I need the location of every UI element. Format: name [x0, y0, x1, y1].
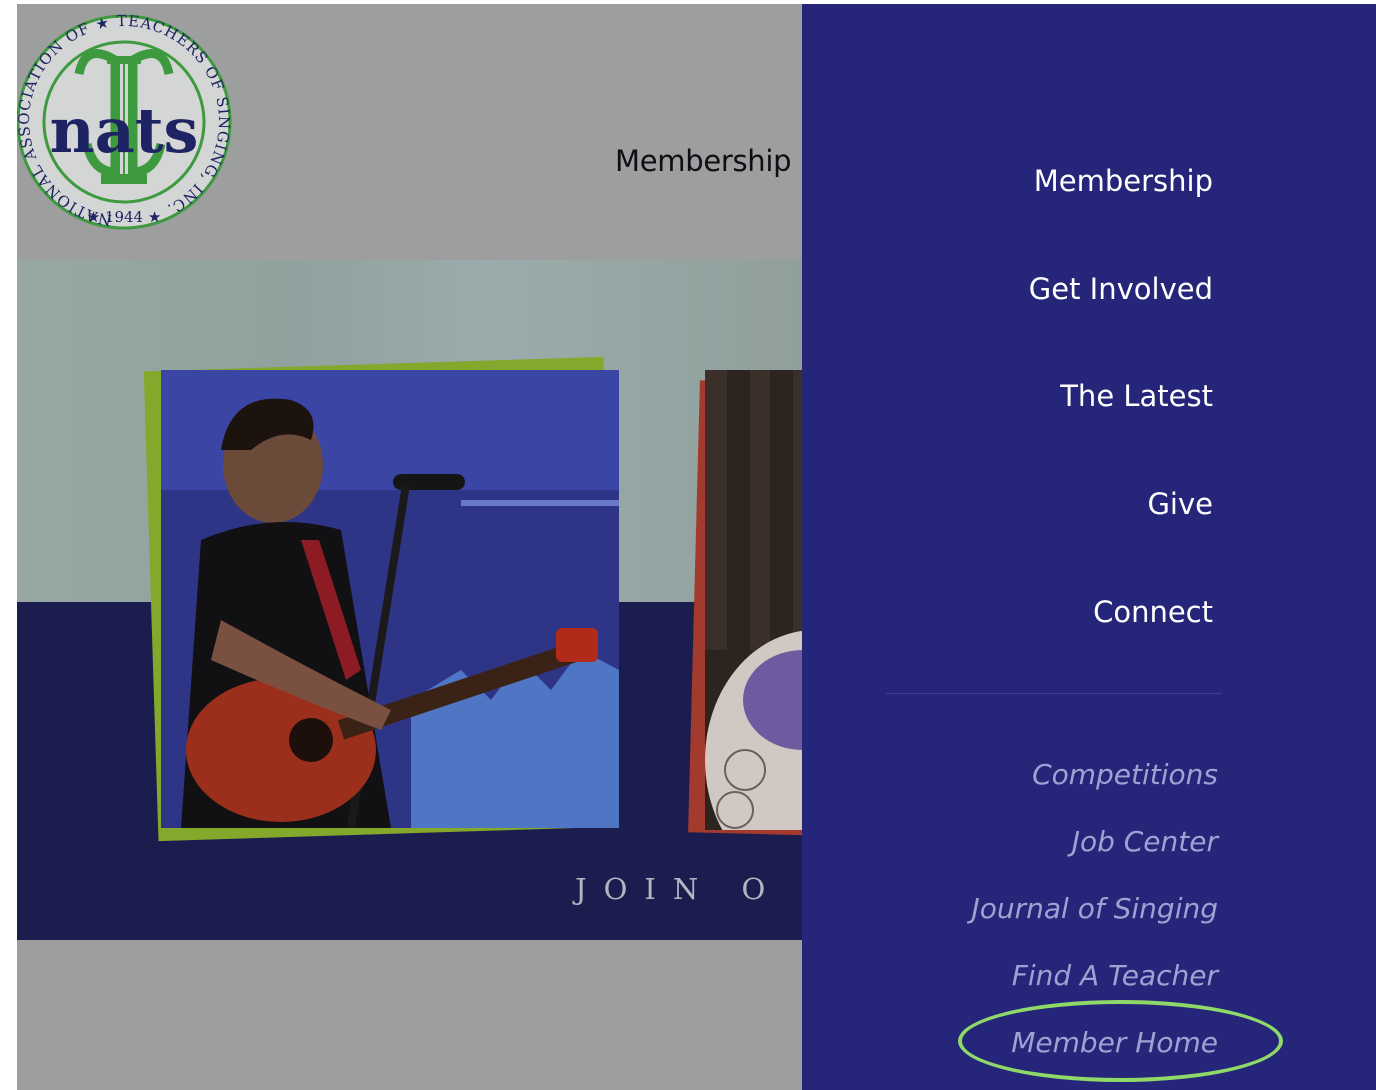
drawer-link-member-home[interactable]: Member Home: [1011, 1026, 1218, 1059]
logo-year: ★ 1944 ★: [87, 208, 162, 226]
hero-photo-second: [705, 370, 815, 830]
drawer-item-the-latest[interactable]: The Latest: [1060, 379, 1213, 413]
drawer-item-connect[interactable]: Connect: [1093, 595, 1213, 629]
drawer-item-give[interactable]: Give: [1147, 487, 1213, 521]
hero-photo-guitarist: [161, 370, 619, 828]
drawer-link-job-center[interactable]: Job Center: [1072, 825, 1218, 858]
nav-drawer: Membership Get Involved The Latest Give …: [802, 4, 1376, 1090]
logo-wordmark: nats: [50, 94, 199, 167]
drawer-link-find-a-teacher[interactable]: Find A Teacher: [1012, 959, 1218, 992]
nats-logo[interactable]: NATIONAL ASSOCIATION OF ★ TEACHERS OF SI…: [17, 4, 233, 240]
hero-cta-text[interactable]: JOIN O: [575, 872, 782, 906]
header-membership-link[interactable]: Membership: [615, 144, 792, 178]
drawer-link-journal-of-singing[interactable]: Journal of Singing: [972, 892, 1219, 925]
drawer-item-membership[interactable]: Membership: [1034, 164, 1213, 198]
drawer-link-competitions[interactable]: Competitions: [1032, 758, 1218, 791]
drawer-item-get-involved[interactable]: Get Involved: [1029, 272, 1213, 306]
drawer-divider: [886, 693, 1222, 694]
